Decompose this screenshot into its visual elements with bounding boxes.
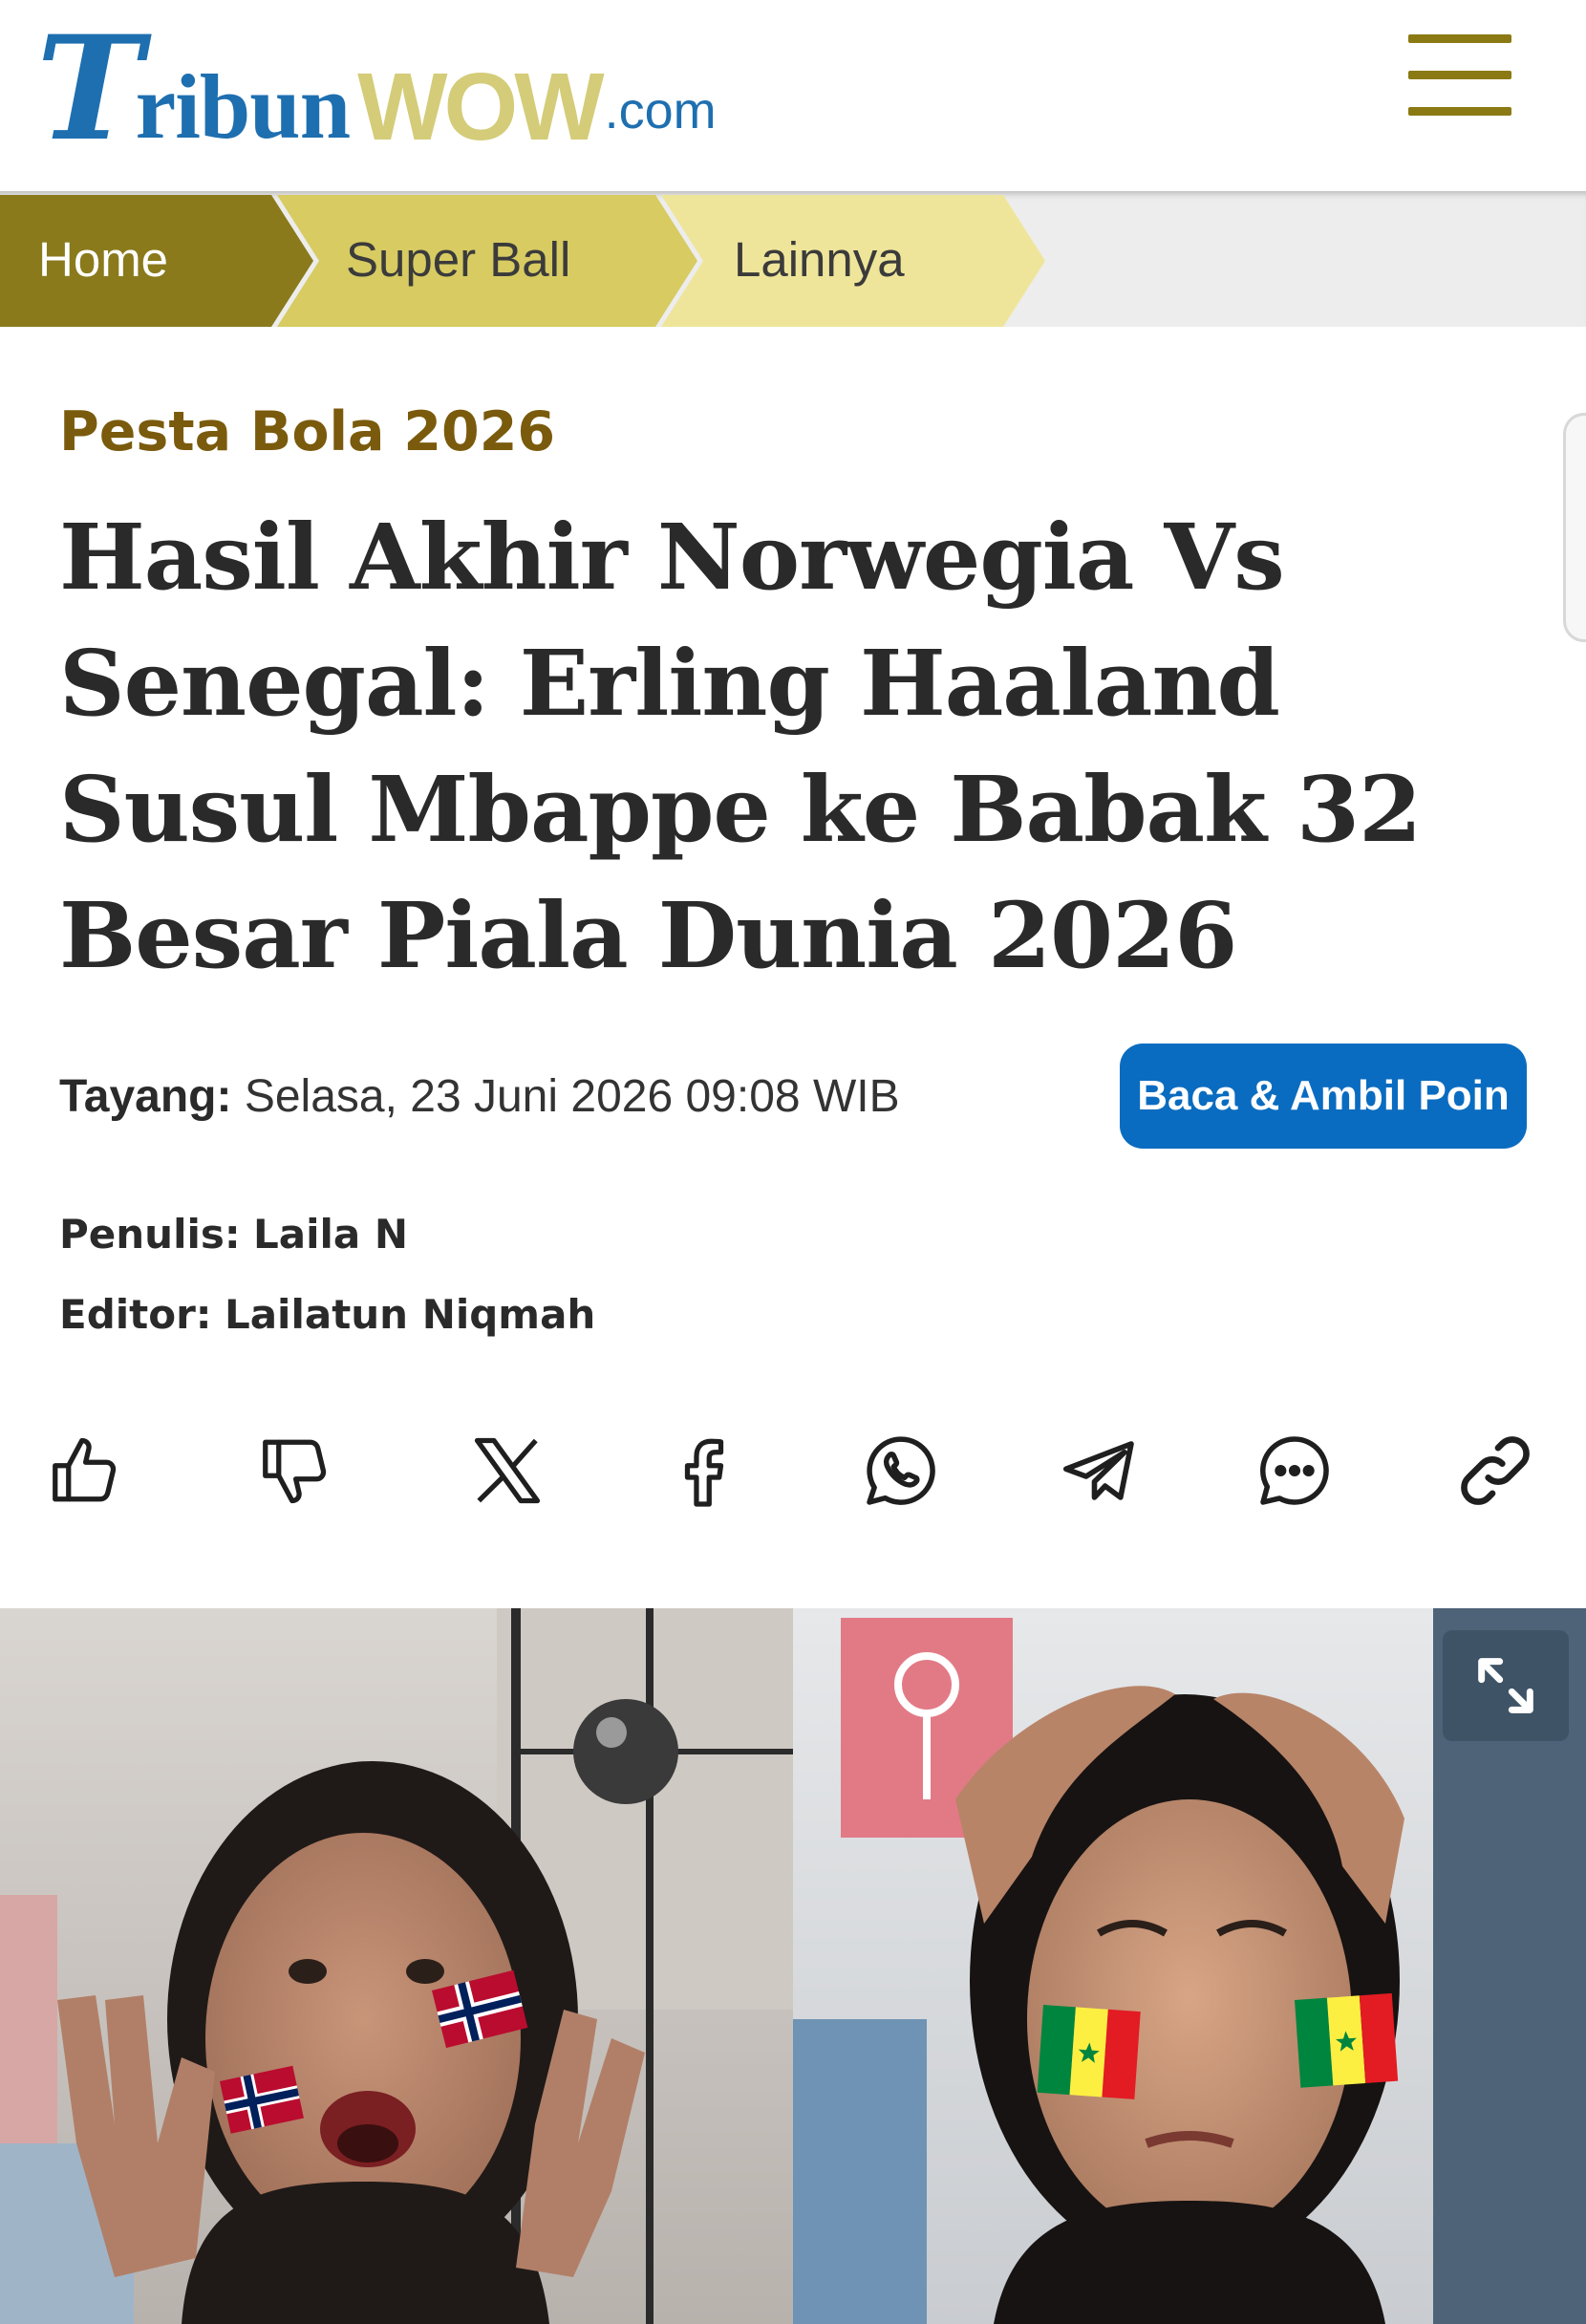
thumbs-up-icon[interactable] — [34, 1418, 139, 1523]
comment-icon[interactable] — [1242, 1418, 1347, 1523]
side-drawer-handle[interactable] — [1563, 413, 1586, 642]
x-icon[interactable] — [455, 1418, 560, 1523]
article-kicker[interactable]: Pesta Bola 2026 — [59, 396, 555, 468]
whatsapp-icon[interactable] — [848, 1418, 954, 1523]
tribunwow-logo[interactable]: T ribun WOW .com — [36, 17, 717, 161]
publish-info: Tayang: Selasa, 23 Juni 2026 09:08 WIB — [59, 1066, 900, 1128]
expand-image-icon[interactable] — [1443, 1630, 1569, 1741]
link-icon[interactable] — [1443, 1418, 1548, 1523]
share-bar — [0, 1418, 1586, 1542]
logo-com: .com — [604, 82, 717, 140]
telegram-icon[interactable] — [1045, 1418, 1150, 1523]
writer-line: Penulis: Laila N — [59, 1208, 408, 1261]
editor-name[interactable]: Lailatun Niqmah — [225, 1291, 595, 1338]
writer-name[interactable]: Laila N — [253, 1211, 408, 1258]
writer-label: Penulis: — [59, 1211, 241, 1258]
publish-date: Selasa, 23 Juni 2026 09:08 WIB — [244, 1071, 900, 1122]
editor-line: Editor: Lailatun Niqmah — [59, 1288, 595, 1342]
baca-ambil-poin-button[interactable]: Baca & Ambil Poin — [1120, 1044, 1527, 1149]
editor-label: Editor: — [59, 1291, 212, 1338]
logo-t: T — [36, 5, 143, 173]
breadcrumb-lainnya[interactable]: Lainnya — [734, 231, 905, 289]
logo-ribun: ribun — [135, 55, 351, 158]
hamburger-menu-icon[interactable] — [1408, 34, 1511, 116]
hero-illustration — [0, 1608, 1586, 2324]
breadcrumb-home[interactable]: Home — [38, 231, 168, 289]
article-hero-image[interactable] — [0, 1608, 1586, 2324]
thumbs-down-icon[interactable] — [245, 1418, 350, 1523]
breadcrumb-super-ball[interactable]: Super Ball — [346, 231, 570, 289]
breadcrumb: Home Super Ball Lainnya — [0, 191, 1586, 327]
facebook-icon[interactable] — [652, 1418, 757, 1523]
article-title: Hasil Akhir Norwegia Vs Senegal: Erling … — [59, 505, 1422, 989]
site-header: T ribun WOW .com — [0, 0, 1586, 191]
logo-wow: WOW — [357, 54, 605, 161]
publish-label: Tayang: — [59, 1071, 232, 1122]
